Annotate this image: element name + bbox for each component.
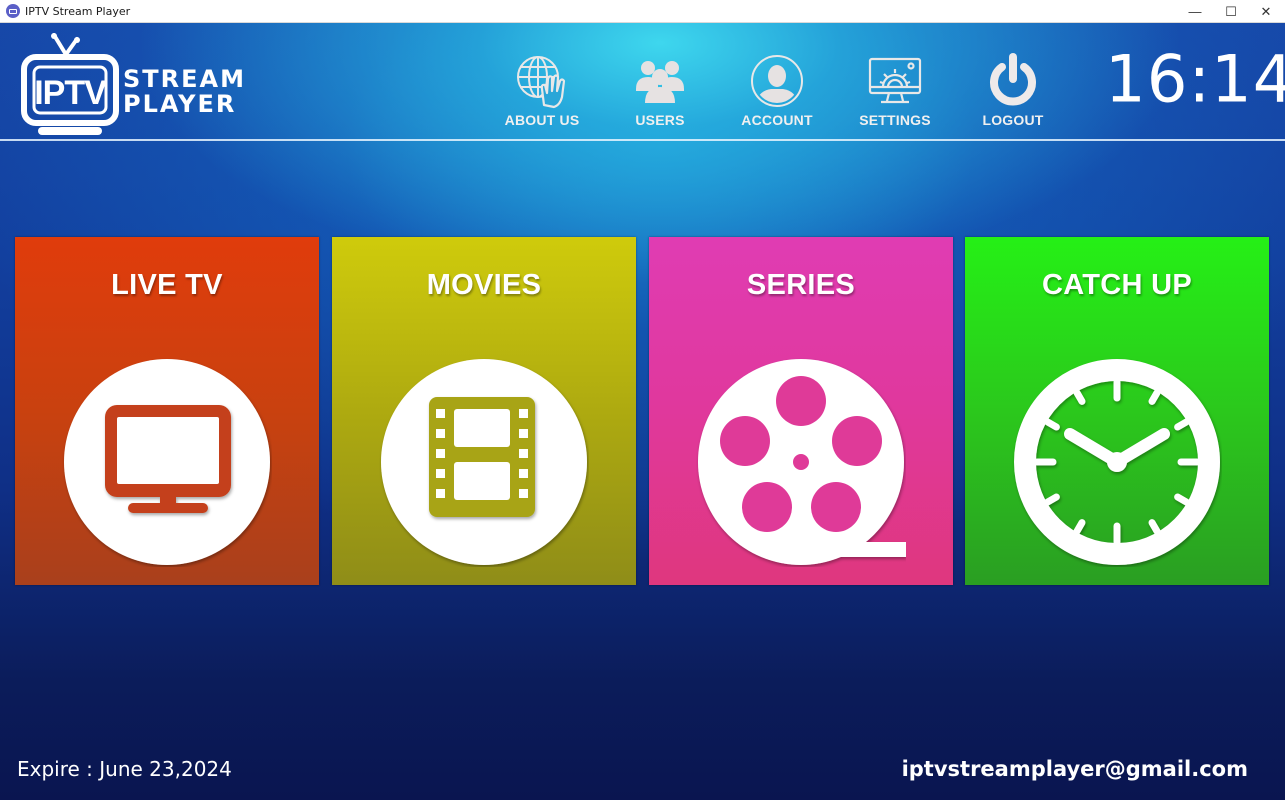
tile-catch-up[interactable]: CATCH UP — [965, 237, 1269, 585]
clock-display: 16:14 — [1105, 42, 1285, 118]
logo-badge-text: IPTV — [34, 74, 107, 112]
nav-account-label: ACCOUNT — [741, 112, 813, 128]
monitor-gear-icon — [868, 57, 922, 104]
film-reel-icon — [698, 359, 906, 565]
tv-logo-icon: IPTV — [21, 33, 119, 135]
film-strip-icon — [381, 359, 587, 565]
tile-live-tv-title: LIVE TV — [111, 269, 223, 301]
minimize-icon: — — [1188, 4, 1202, 19]
app-main: IPTV STREAM PLAYER ABOUT US USERS ACCOUN… — [0, 23, 1285, 800]
window-title: IPTV Stream Player — [25, 4, 131, 18]
clock-tick — [1044, 418, 1060, 431]
tile-movies[interactable]: MOVIES — [332, 237, 636, 585]
tile-series[interactable]: SERIES — [649, 237, 953, 585]
logo-line2: PLAYER — [123, 90, 237, 118]
app-icon — [6, 4, 20, 18]
nav-logout-label: LOGOUT — [982, 112, 1044, 128]
tile-live-tv[interactable]: LIVE TV — [15, 237, 319, 585]
tv-icon — [64, 359, 270, 565]
nav-users-label: USERS — [635, 112, 685, 128]
maximize-icon: ☐ — [1225, 3, 1237, 19]
clock-tick — [1073, 519, 1086, 535]
nav-settings[interactable]: SETTINGS — [840, 53, 950, 128]
tile-series-title: SERIES — [746, 269, 856, 301]
clock-tick — [1044, 493, 1060, 506]
clock-tick — [1148, 519, 1161, 535]
nav-settings-label: SETTINGS — [859, 112, 931, 128]
tile-catch-up-title: CATCH UP — [1041, 269, 1193, 301]
close-icon: ✕ — [1260, 3, 1272, 19]
nav-logout[interactable]: LOGOUT — [958, 53, 1068, 128]
header-divider — [0, 139, 1285, 141]
window-titlebar: IPTV Stream Player — ☐ ✕ — [0, 0, 1285, 23]
nav-about-us-label: ABOUT US — [504, 112, 580, 128]
users-icon — [636, 61, 684, 103]
close-button[interactable]: ✕ — [1243, 0, 1285, 23]
app-logo: IPTV STREAM PLAYER — [20, 33, 280, 143]
tile-movies-title: MOVIES — [426, 269, 542, 301]
nav-about-us[interactable]: ABOUT US — [487, 53, 597, 128]
power-icon — [990, 53, 1036, 106]
logo-line1: STREAM — [123, 65, 246, 93]
expire-text: Expire : June 23,2024 — [17, 757, 232, 781]
globe-hand-icon — [517, 56, 566, 109]
clock-tick — [1073, 389, 1086, 405]
account-icon — [751, 55, 803, 107]
nav-users[interactable]: USERS — [605, 53, 715, 128]
contact-email[interactable]: iptvstreamplayer@gmail.com — [902, 757, 1248, 781]
clock-tick — [1174, 418, 1190, 431]
nav-account[interactable]: ACCOUNT — [722, 53, 832, 128]
logo-text: STREAM PLAYER — [123, 67, 246, 117]
clock-tick — [1148, 389, 1161, 405]
clock-icon — [1014, 359, 1220, 565]
clock-tick — [1174, 493, 1190, 506]
